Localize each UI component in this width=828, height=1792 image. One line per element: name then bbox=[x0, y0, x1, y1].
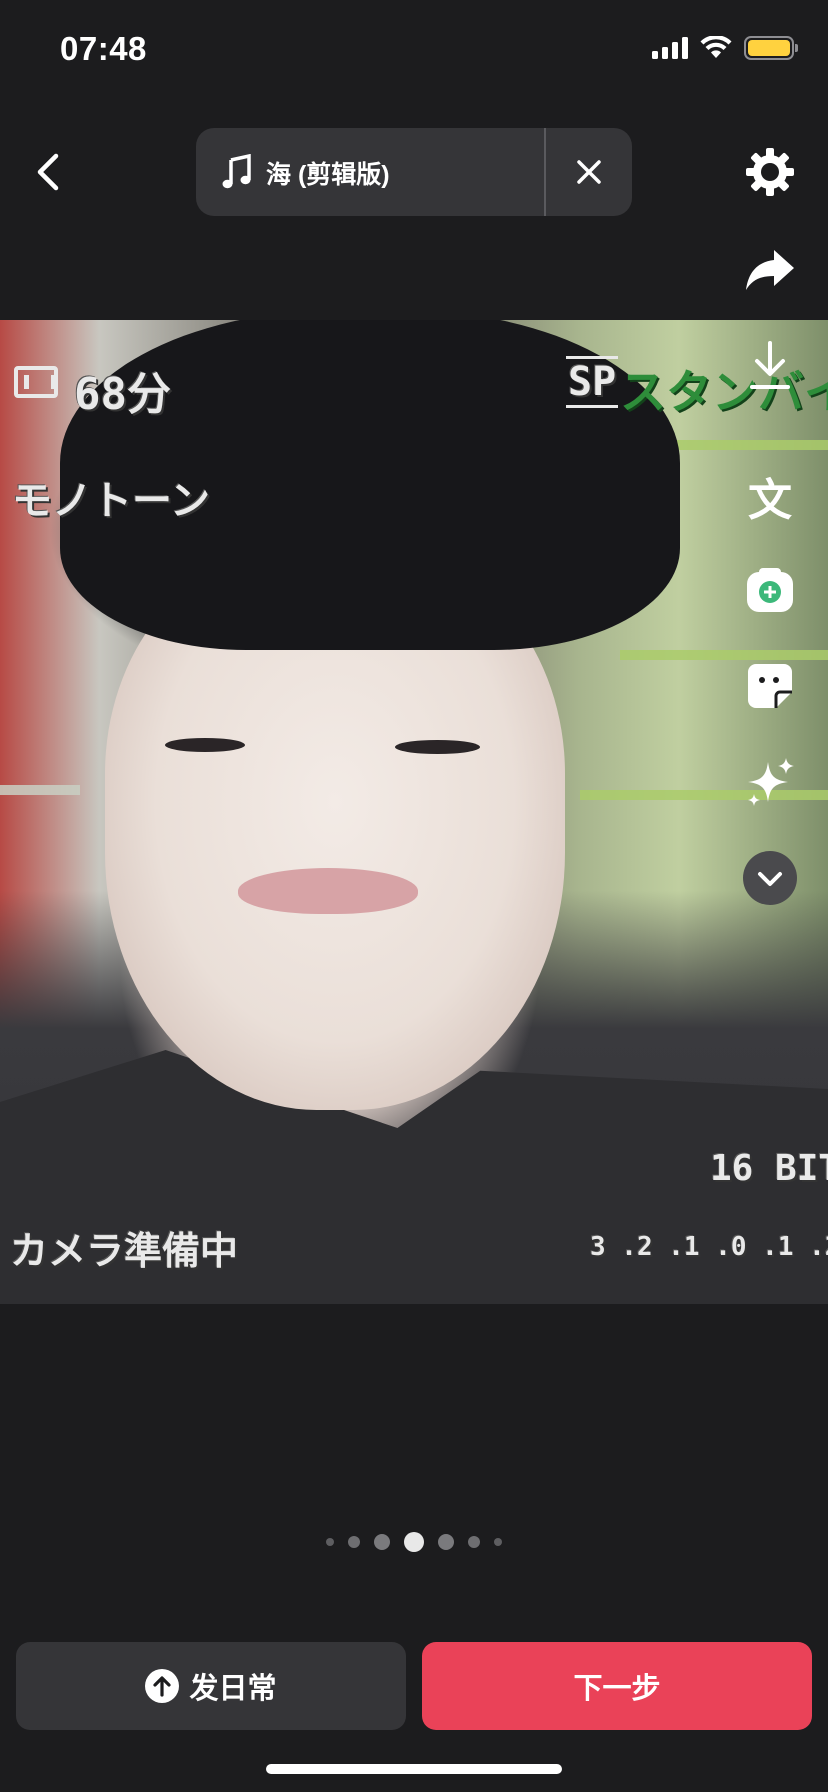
settings-icon bbox=[746, 148, 794, 196]
eye bbox=[165, 738, 245, 752]
post-daily-button[interactable]: 发日常 bbox=[16, 1642, 406, 1730]
music-selector[interactable]: 海 (剪辑版) 落E bbox=[196, 128, 632, 216]
page-dot bbox=[374, 1534, 390, 1550]
osd-battery-minutes: 68分 bbox=[74, 369, 171, 420]
photo-preview[interactable]: 68分 モノトーン SP スタンバイ 16 BIT カメラ準備中 3 .2 .1… bbox=[0, 320, 828, 1304]
next-step-button[interactable]: 下一步 bbox=[422, 1642, 812, 1730]
page-dot-active bbox=[404, 1532, 424, 1552]
close-icon bbox=[577, 160, 601, 184]
share-icon bbox=[746, 250, 794, 290]
page-dot bbox=[348, 1536, 360, 1548]
osd-bit: 16 BIT bbox=[710, 1148, 828, 1189]
osd-mode: モノトーン bbox=[12, 478, 210, 524]
page-dot bbox=[438, 1534, 454, 1550]
effects-button[interactable] bbox=[740, 752, 800, 812]
music-title: 海 (剪辑版) bbox=[266, 161, 390, 189]
expand-more-icon bbox=[743, 851, 797, 905]
sticker-icon bbox=[748, 664, 792, 708]
next-step-label: 下一步 bbox=[573, 1673, 661, 1705]
download-button[interactable] bbox=[740, 336, 800, 396]
text-icon: 文 bbox=[748, 475, 792, 526]
osd-scale: 3 .2 .1 .0 .1 .2 .3 bbox=[590, 1232, 828, 1262]
osd-battery-icon bbox=[14, 366, 58, 398]
cellular-signal-icon bbox=[652, 37, 688, 59]
shelf bbox=[0, 785, 80, 795]
lips bbox=[238, 868, 418, 914]
osd-sp: SP bbox=[566, 356, 619, 408]
effects-icon bbox=[748, 758, 794, 806]
settings-button[interactable] bbox=[740, 142, 800, 202]
wifi-icon bbox=[700, 36, 732, 58]
page-dot bbox=[494, 1538, 502, 1546]
osd-camera-status: カメラ準備中 bbox=[10, 1229, 239, 1273]
page-dot bbox=[326, 1538, 334, 1546]
battery-level bbox=[748, 40, 790, 56]
status-icons bbox=[652, 36, 798, 60]
chevron-left-icon bbox=[37, 153, 59, 191]
expand-tools-button[interactable] bbox=[740, 848, 800, 908]
status-bar: 07:48 bbox=[0, 0, 828, 100]
sticker-button[interactable] bbox=[740, 656, 800, 716]
download-icon bbox=[750, 341, 790, 389]
post-daily-label: 发日常 bbox=[189, 1673, 277, 1705]
text-button[interactable]: 文 bbox=[740, 466, 800, 526]
page-indicator bbox=[0, 1532, 828, 1552]
battery-icon bbox=[744, 36, 798, 60]
add-sticker-icon bbox=[747, 568, 793, 612]
page-dot bbox=[468, 1536, 480, 1548]
status-time: 07:48 bbox=[60, 30, 147, 67]
remove-music-button[interactable] bbox=[546, 128, 632, 216]
arrow-up-icon bbox=[145, 1669, 180, 1703]
back-button[interactable] bbox=[26, 146, 70, 198]
share-button[interactable] bbox=[740, 240, 800, 300]
eye bbox=[395, 740, 480, 754]
home-indicator[interactable] bbox=[266, 1764, 562, 1774]
music-note-icon bbox=[222, 154, 251, 189]
add-sticker-button[interactable] bbox=[740, 560, 800, 620]
